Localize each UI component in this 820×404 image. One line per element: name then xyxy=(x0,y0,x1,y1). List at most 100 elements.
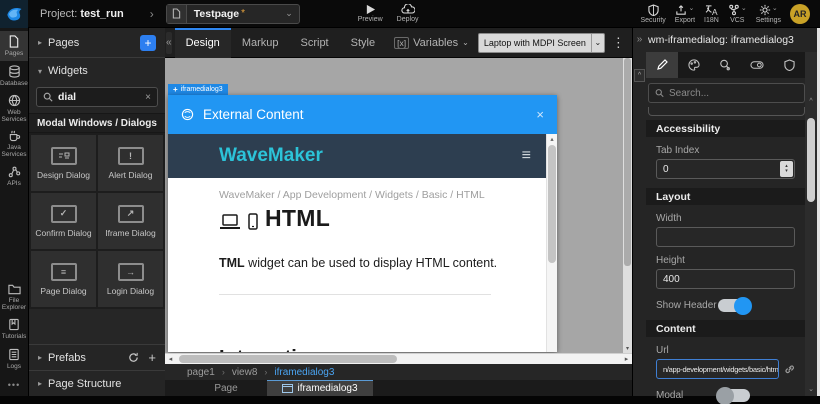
widget-page-dialog[interactable]: ≡ Page Dialog xyxy=(31,251,96,307)
iframe-vertical-scrollbar[interactable]: ▴ xyxy=(546,134,557,352)
dialog-close-icon[interactable]: × xyxy=(536,107,544,122)
scrollbar-thumb[interactable] xyxy=(548,145,556,263)
page-structure-accordion-header[interactable]: ▸ Page Structure xyxy=(29,370,165,396)
page-selector-dropdown[interactable]: Testpage * ⌄ xyxy=(166,4,300,24)
i18n-button[interactable]: A I18N xyxy=(704,4,719,24)
tab-search-properties[interactable] xyxy=(710,52,742,78)
database-icon xyxy=(8,65,21,78)
more-options-icon[interactable]: ••• xyxy=(8,374,20,396)
number-stepper[interactable]: ▴▾ xyxy=(780,161,793,177)
selected-widget-title: wm-iframedialog: iframedialog3 xyxy=(633,28,817,52)
tab-properties[interactable] xyxy=(646,52,678,78)
tab-behavior[interactable] xyxy=(741,52,773,78)
hamburger-icon[interactable]: ≡ xyxy=(522,147,531,165)
variables-dropdown[interactable]: [x] Variables ⌄ xyxy=(394,37,469,49)
vcs-button[interactable]: ⌄ VCS xyxy=(728,4,747,24)
user-avatar[interactable]: AR xyxy=(790,4,810,24)
widget-alert-dialog[interactable]: ! Alert Dialog xyxy=(98,135,163,191)
widget-iframe-dialog[interactable]: ↗ Iframe Dialog xyxy=(98,193,163,249)
scrollbar-thumb[interactable] xyxy=(179,355,397,363)
tab-script[interactable]: Script xyxy=(290,28,340,58)
tab-styles[interactable] xyxy=(678,52,710,78)
widget-search-input[interactable]: dial × xyxy=(36,87,158,107)
scroll-left-icon[interactable]: ◂ xyxy=(165,354,176,364)
widgets-accordion-header[interactable]: ▾ Widgets xyxy=(29,58,165,84)
modal-toggle[interactable] xyxy=(718,389,750,402)
pages-accordion-header[interactable]: ▸ Pages + xyxy=(29,28,165,58)
scroll-right-icon[interactable]: ▸ xyxy=(621,354,632,364)
property-search-input[interactable] xyxy=(669,88,798,99)
device-selector[interactable]: Laptop with MDPI Screen ⌄ xyxy=(478,33,605,53)
show-header-toggle[interactable] xyxy=(718,299,750,312)
current-page-name: Testpage xyxy=(194,8,239,20)
url-input[interactable]: n/app-development/widgets/basic/html/ xyxy=(656,359,779,379)
canvas-horizontal-scrollbar[interactable]: ◂ ▸ xyxy=(165,353,632,364)
width-input[interactable] xyxy=(656,227,795,247)
sidebar-item-pages[interactable]: Pages xyxy=(0,31,28,61)
widget-confirm-dialog[interactable]: ✓ Confirm Dialog xyxy=(31,193,96,249)
height-input[interactable]: 400 xyxy=(656,269,795,289)
tab-design[interactable]: Design xyxy=(175,28,231,58)
collapse-left-panel-icon[interactable]: « xyxy=(166,32,172,54)
tab-security[interactable] xyxy=(773,52,805,78)
selected-widget-chip[interactable]: + iframedialog3 xyxy=(168,84,228,95)
iframe-content: WaveMaker / App Development / Widgets / … xyxy=(168,178,557,352)
bottom-tab-iframedialog3[interactable]: iframedialog3 xyxy=(267,380,373,396)
height-label: Height xyxy=(656,255,795,266)
sidebar-item-file-explorer[interactable]: File Explorer xyxy=(0,280,28,314)
security-button[interactable]: Security xyxy=(641,4,666,24)
tab-index-input[interactable]: 0 ▴▾ xyxy=(656,159,795,179)
add-prefab-icon[interactable]: + xyxy=(148,350,156,365)
panel-scrollbar[interactable]: ^ ⌄ xyxy=(805,52,817,396)
wavemaker-logo[interactable] xyxy=(0,0,28,28)
link-icon[interactable] xyxy=(784,364,795,375)
page-file-icon xyxy=(167,5,187,23)
scrollbar-thumb[interactable] xyxy=(624,58,631,266)
scroll-up-icon[interactable]: ^ xyxy=(805,98,817,105)
sidebar-item-databases[interactable]: Databases xyxy=(0,61,28,91)
sidebar-item-java-services[interactable]: Java Services xyxy=(0,126,28,161)
widget-design-dialog[interactable]: Design Dialog xyxy=(31,135,96,191)
globe-icon xyxy=(181,108,194,121)
clear-search-icon[interactable]: × xyxy=(145,92,151,103)
scroll-down-icon[interactable]: ▾ xyxy=(623,343,632,353)
deploy-button[interactable]: Deploy xyxy=(397,4,419,23)
design-canvas[interactable]: + iframedialog3 External Content × WaveM… xyxy=(165,58,632,364)
export-button[interactable]: ⌄ Export xyxy=(675,4,695,24)
scrollbar-thumb[interactable] xyxy=(807,118,815,202)
expand-right-icon[interactable]: » xyxy=(633,34,646,45)
canvas-column: « Design Markup Script Style [x] Variabl… xyxy=(165,28,632,396)
sidebar-item-tutorials[interactable]: Tutorials xyxy=(0,314,28,344)
scroll-up-icon[interactable]: ^ xyxy=(634,69,645,82)
prefabs-accordion-header[interactable]: ▸ Prefabs + xyxy=(29,344,165,370)
tab-markup[interactable]: Markup xyxy=(231,28,290,58)
add-page-button[interactable]: + xyxy=(140,35,156,51)
url-label: Url xyxy=(656,345,795,356)
breadcrumb-page1[interactable]: page1 xyxy=(187,367,215,378)
iframe-dialog-icon: ↗ xyxy=(118,205,144,223)
search-gear-icon xyxy=(719,59,731,71)
settings-button[interactable]: ⌄ Settings xyxy=(756,4,781,24)
more-menu-icon[interactable]: ⋮ xyxy=(612,35,625,51)
play-icon xyxy=(365,4,376,15)
property-search[interactable] xyxy=(648,83,805,103)
canvas-vertical-scrollbar[interactable]: ▾ xyxy=(623,58,632,353)
scroll-down-icon[interactable]: ⌄ xyxy=(805,385,817,393)
globe-icon xyxy=(8,94,21,107)
breadcrumb-iframedialog3[interactable]: iframedialog3 xyxy=(274,367,334,378)
breadcrumb-view8[interactable]: view8 xyxy=(232,367,258,378)
folder-icon xyxy=(8,283,21,295)
section-layout: Layout xyxy=(646,188,805,205)
widget-login-dialog[interactable]: → Login Dialog xyxy=(98,251,163,307)
sidebar-item-logs[interactable]: Logs xyxy=(0,344,28,374)
shield-icon xyxy=(784,59,795,71)
sidebar-item-web-services[interactable]: Web Services xyxy=(0,91,28,126)
tab-style[interactable]: Style xyxy=(340,28,386,58)
scroll-up-icon[interactable]: ▴ xyxy=(547,134,557,144)
iframe-dialog-widget[interactable]: External Content × WaveMaker ≡ WaveMaker… xyxy=(168,95,557,352)
sidebar-item-apis[interactable]: APIs xyxy=(0,162,28,192)
preview-button[interactable]: Preview xyxy=(358,4,383,23)
widget-breadcrumb: page1 › view8 › iframedialog3 xyxy=(165,364,632,380)
bottom-tab-page[interactable]: Page xyxy=(185,380,267,396)
refresh-icon[interactable] xyxy=(128,352,139,363)
